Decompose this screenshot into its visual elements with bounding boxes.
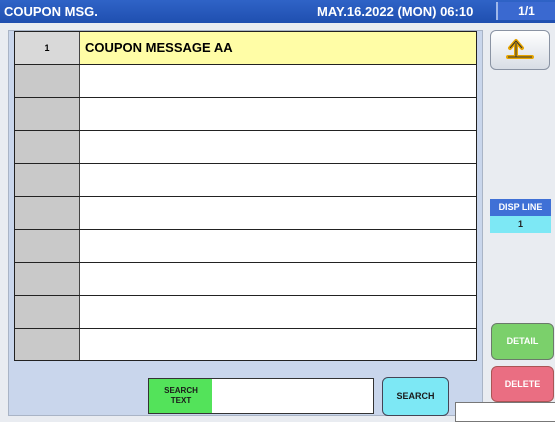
disp-line-label: DISP LINE: [490, 199, 551, 216]
row-number: [15, 296, 80, 328]
search-text-label: SEARCH TEXT: [148, 378, 214, 414]
row-number: 1: [15, 32, 80, 64]
list-row[interactable]: 1 COUPON MESSAGE AA: [15, 32, 476, 65]
row-message-text: [80, 230, 476, 262]
row-number: [15, 197, 80, 229]
detail-button[interactable]: DETAIL: [491, 323, 554, 360]
datetime-display: MAY.16.2022 (MON) 06:10: [317, 4, 474, 19]
list-row[interactable]: [15, 230, 476, 263]
coupon-message-list: 1 COUPON MESSAGE AA: [14, 31, 477, 361]
list-row[interactable]: [15, 296, 476, 329]
search-button[interactable]: SEARCH: [382, 377, 449, 416]
row-message-text: [80, 197, 476, 229]
return-arrow-icon: [506, 39, 534, 59]
search-input[interactable]: [212, 378, 374, 414]
list-row[interactable]: [15, 131, 476, 164]
row-message-text: [80, 98, 476, 130]
row-number: [15, 98, 80, 130]
row-message-text: [80, 329, 476, 360]
row-message-text: [80, 65, 476, 97]
row-message-text: [80, 164, 476, 196]
list-row[interactable]: [15, 65, 476, 98]
list-row[interactable]: [15, 98, 476, 131]
title-bar: COUPON MSG. MAY.16.2022 (MON) 06:10 1/1: [0, 0, 555, 23]
row-number: [15, 164, 80, 196]
list-row[interactable]: [15, 263, 476, 296]
row-message-text: [80, 296, 476, 328]
list-row[interactable]: [15, 164, 476, 197]
screen-title: COUPON MSG.: [4, 4, 98, 19]
corner-field: [455, 402, 555, 422]
row-number: [15, 230, 80, 262]
delete-button[interactable]: DELETE: [491, 366, 554, 402]
disp-line-value[interactable]: 1: [490, 216, 551, 233]
row-number: [15, 329, 80, 360]
page-indicator: 1/1: [496, 2, 555, 20]
row-message-text: [80, 263, 476, 295]
row-message-text: [80, 131, 476, 163]
list-row[interactable]: [15, 329, 476, 360]
row-number: [15, 65, 80, 97]
row-number: [15, 263, 80, 295]
list-row[interactable]: [15, 197, 476, 230]
row-message-text: COUPON MESSAGE AA: [80, 32, 476, 64]
row-number: [15, 131, 80, 163]
search-text-label-text: SEARCH TEXT: [164, 386, 198, 405]
back-button[interactable]: [490, 30, 550, 70]
